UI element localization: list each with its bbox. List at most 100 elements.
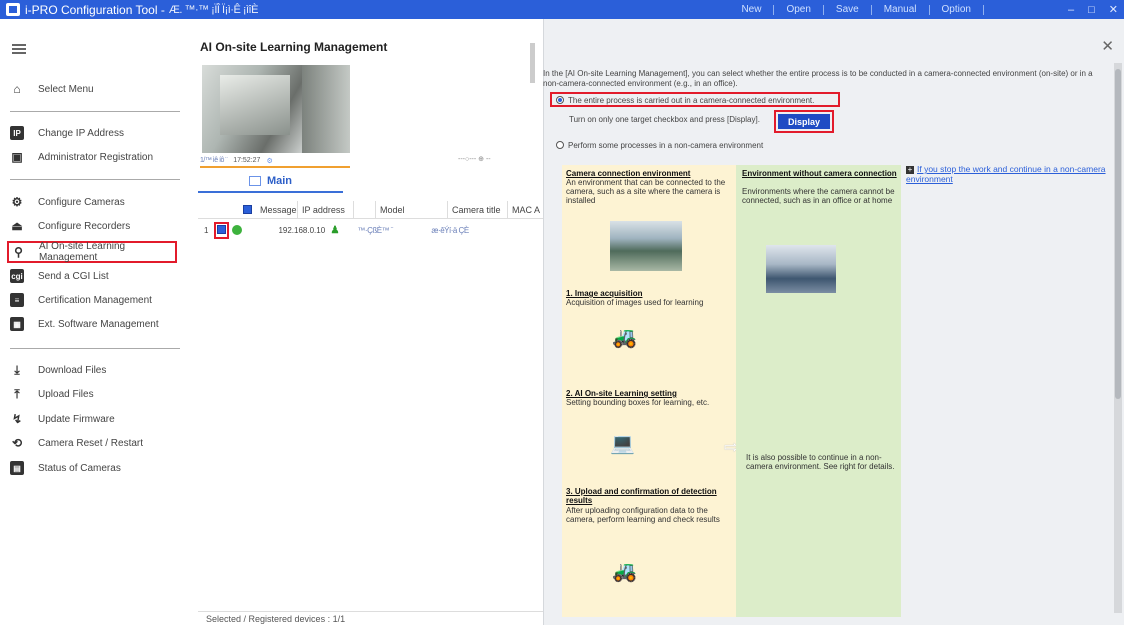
row-model: ™·ÇßÈ™ ¨ [357,225,393,235]
sidebar-item-ai-learning[interactable]: ⚲ AI On-site Learning Management [7,241,177,263]
continue-link-text[interactable]: If you stop the work and continue in a n… [906,164,1106,184]
highlight-display: Display [774,110,834,133]
sidebar-item-firmware[interactable]: ↯ Update Firmware [10,409,115,429]
thumbnail-time: 17:52:27 [233,157,261,164]
col-message[interactable]: Message [256,200,298,219]
admin-icon: ▣ [11,150,23,164]
continue-link[interactable]: + If you stop the work and continue in a … [906,164,1106,184]
ai-learning-icon: ⚲ [14,245,23,259]
firmware-icon: ↯ [11,412,23,426]
sidebar-item-change-ip[interactable]: IP Change IP Address [10,123,124,143]
zoom-controls[interactable]: ---○--- ⊕ -- [458,155,491,163]
right-col-heading: Environment without camera connection [742,169,897,178]
menu-new[interactable]: New [729,4,773,15]
left-col-heading: Camera connection environment [566,169,691,178]
settings-icon[interactable]: ⚙ [266,157,272,165]
ip-icon: IP [10,126,24,140]
table-row[interactable]: 1 192.168.0.10 ♟ ™·ÇßÈ™ ¨ æ·êÝí·ä ÇÈ [198,221,543,239]
sidebar-item-admin-registration[interactable]: ▣ Administrator Registration [10,147,153,167]
page-title: AI On-site Learning Management [200,40,388,54]
sidebar-item-label: Certification Management [38,294,152,306]
display-button[interactable]: Display [778,114,830,129]
user-icon: ♟ [330,224,340,236]
step3-title: 3. Upload and confirmation of detection … [566,487,717,505]
close-icon[interactable]: ✕ [1101,37,1114,55]
sidebar-item-send-cgi[interactable]: cgi Send a CGI List [10,266,109,286]
top-menu: New Open Save Manual Option [729,0,984,19]
sidebar-item-label: Ext. Software Management [38,318,159,330]
factory-photo [610,221,682,271]
maximize-icon[interactable]: □ [1088,4,1095,16]
sidebar-item-label: Change IP Address [38,127,124,139]
col-model[interactable]: Model [376,200,448,219]
display-hint: Turn on only one target checkbox and pre… [569,115,760,124]
reset-icon: ⟲ [11,436,23,450]
minimize-icon[interactable]: – [1068,4,1074,16]
office-photo [766,245,836,293]
sidebar-item-label: Send a CGI List [38,270,109,282]
close-window-icon[interactable]: ✕ [1109,3,1118,16]
hamburger-menu-icon[interactable] [12,44,26,54]
sidebar-item-configure-cameras[interactable]: ⚙ Configure Cameras [10,192,125,212]
sidebar-item-ext-software[interactable]: ▦ Ext. Software Management [10,314,159,334]
tab-main[interactable]: Main [198,171,343,193]
sidebar-item-label: Status of Cameras [38,462,121,474]
cgi-icon: cgi [10,269,24,283]
software-icon: ▦ [10,317,24,331]
sidebar-item-status[interactable]: ▤ Status of Cameras [10,458,121,478]
camera-config-icon: ⚙ [11,195,23,209]
sidebar-item-label: AI On-site Learning Management [38,241,126,263]
col-mac[interactable]: MAC A [508,201,543,219]
main-scrollbar[interactable] [530,43,535,83]
status-icon: ▤ [10,461,24,475]
sidebar-divider [10,111,180,112]
certificate-icon: ≡ [10,293,24,307]
panel-intro: In the [AI On-site Learning Management],… [543,69,1093,88]
sidebar-item-label: Upload Files [38,388,94,400]
sidebar-item-label: Update Firmware [38,413,115,425]
option2-label[interactable]: Perform some processes in a non-camera e… [568,141,763,150]
col-ip-address[interactable]: IP address [298,200,354,219]
sidebar-item-reset[interactable]: ⟲ Camera Reset / Restart [10,433,143,453]
sidebar-item-upload[interactable]: ⤒ Upload Files [10,384,94,404]
radio-non-camera[interactable] [556,141,564,149]
grid-icon [248,176,261,186]
sidebar-divider [10,348,180,349]
info-panel: ✕ In the [AI On-site Learning Management… [543,19,1124,625]
left-col-desc: An environment that can be connected to … [566,178,726,205]
sidebar-item-certification[interactable]: ≡ Certification Management [10,290,152,310]
window-controls: – □ ✕ [1068,0,1118,19]
select-all-checkbox[interactable] [243,205,252,214]
sidebar-divider [10,179,180,180]
sidebar-item-label: Download Files [38,364,107,376]
camera-environment-column: Camera connection environment An environ… [562,165,736,617]
row-checkbox[interactable] [214,221,230,239]
option1-label[interactable]: The entire process is carried out in a c… [568,96,814,105]
step2-title: 2. AI On-site Learning setting [566,389,677,398]
sidebar-item-label: Select Menu [38,83,94,95]
app-logo-icon [6,3,20,16]
step3-desc: After uploading configuration data to th… [566,506,720,524]
camera-thumbnail[interactable] [202,65,350,153]
thumbnail-label: 1/™ ìê íô ¨ [200,157,228,164]
ok-status-icon [232,225,243,235]
home-icon: ⌂ [13,82,21,96]
step1-title: 1. Image acquisition [566,289,643,298]
download-icon: ⤓ [14,362,20,377]
sidebar-item-label: Administrator Registration [38,151,154,163]
radio-camera-connected[interactable] [556,96,564,104]
menu-open[interactable]: Open [774,4,822,15]
sidebar-item-select-menu[interactable]: ⌂ Select Menu [10,79,94,99]
sidebar-item-download[interactable]: ⤓ Download Files [10,360,106,380]
plus-icon: + [906,165,914,174]
menu-manual[interactable]: Manual [872,4,929,15]
result-illustration: 🚜 [612,561,637,583]
menu-option[interactable]: Option [930,4,983,15]
row-camera-title: æ·êÝí·ä ÇÈ [431,225,469,235]
tab-main-label: Main [266,175,293,187]
main-content: AI On-site Learning Management 1/™ ìê íô… [198,19,543,625]
menu-save[interactable]: Save [824,4,871,15]
panel-scrollbar-thumb[interactable] [1115,69,1121,399]
col-camera-title[interactable]: Camera title [448,200,508,219]
sidebar-item-configure-recorders[interactable]: ⏏ Configure Recorders [10,216,130,236]
